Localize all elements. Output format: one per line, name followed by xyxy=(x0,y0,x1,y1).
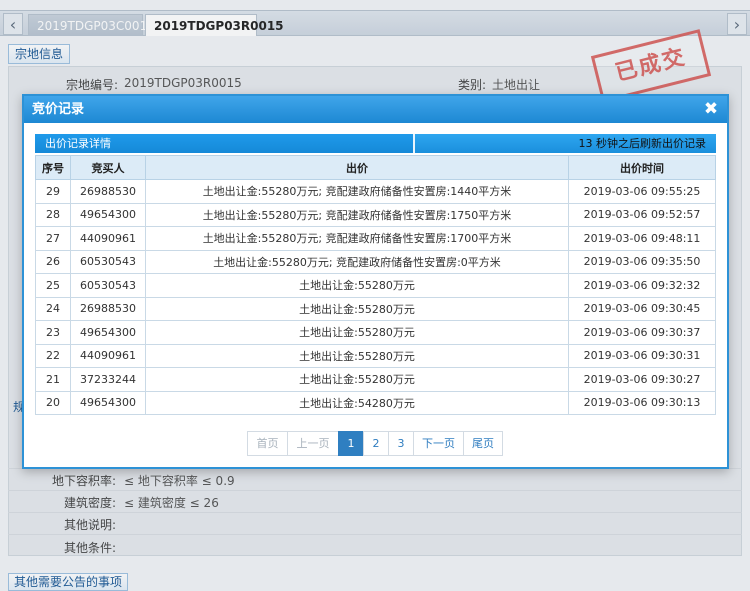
other-notes-label: 其他说明: xyxy=(63,518,116,532)
tab-2019TDGP03C0014[interactable]: 2019TDGP03C0014 xyxy=(28,14,155,36)
cell-seq: 29 xyxy=(35,179,71,204)
density-label: 建筑密度: xyxy=(63,496,116,510)
countdown-seconds: 13 xyxy=(578,137,593,150)
cell-price: 土地出让金:55280万元; 竞配建政府储备性安置房:1700平方米 xyxy=(145,226,569,251)
other-announcement-button[interactable]: 其他需要公告的事项 xyxy=(8,573,129,591)
cell-time: 2019-03-06 09:30:31 xyxy=(568,343,716,368)
other-conditions-label: 其他条件: xyxy=(63,541,116,555)
chevron-left-icon[interactable]: ‹ xyxy=(3,13,23,35)
cell-seq: 20 xyxy=(35,390,71,415)
tab-strip: ‹ 2019TDGP03C0014 2019TDGP03R0015 › xyxy=(0,10,750,36)
prev-page-button[interactable]: 上一页 xyxy=(287,431,339,456)
cell-seq: 23 xyxy=(35,320,71,345)
cell-buyer: 37233244 xyxy=(70,367,146,392)
cell-price: 土地出让金:55280万元 xyxy=(145,320,569,345)
cell-seq: 21 xyxy=(35,367,71,392)
cell-buyer: 26988530 xyxy=(70,179,146,204)
parcel-no-value: 2019TDGP03R0015 xyxy=(124,76,242,90)
col-price: 出价 xyxy=(145,155,569,180)
cell-buyer: 44090961 xyxy=(70,226,146,251)
dialog-header: 竞价记录 ✖ xyxy=(24,96,727,123)
table-row: 28 49654300 土地出让金:55280万元; 竞配建政府储备性安置房:175… xyxy=(35,202,716,227)
cell-buyer: 49654300 xyxy=(70,390,146,415)
cell-price: 土地出让金:55280万元 xyxy=(145,273,569,298)
cell-time: 2019-03-06 09:30:13 xyxy=(568,390,716,415)
cell-price: 土地出让金:55280万元; 竞配建政府储备性安置房:1440平方米 xyxy=(145,179,569,204)
cell-seq: 24 xyxy=(35,296,71,321)
col-time: 出价时间 xyxy=(568,155,716,180)
table-row: 24 26988530 土地出让金:55280万元 2019-03-06 09:30:… xyxy=(35,296,716,321)
bid-records-dialog: 竞价记录 ✖ 出价记录详情 13 秒钟之后刷新出价记录 序号 竞买人 出价 出价… xyxy=(22,94,729,469)
bid-table: 序号 竞买人 出价 出价时间 29 26988530 土地出让金:55280万元; … xyxy=(35,155,716,415)
category-value: 土地出让 xyxy=(492,78,541,92)
col-seq: 序号 xyxy=(35,155,71,180)
table-row: 21 37233244 土地出让金:55280万元 2019-03-06 09:30:… xyxy=(35,367,716,392)
divider xyxy=(8,534,742,535)
page-3-button[interactable]: 3 xyxy=(388,431,414,456)
parcel-no-label: 宗地编号: xyxy=(65,78,118,92)
bid-detail-bar: 出价记录详情 13 秒钟之后刷新出价记录 xyxy=(35,134,716,153)
cell-time: 2019-03-06 09:52:57 xyxy=(568,202,716,227)
next-page-button[interactable]: 下一页 xyxy=(413,431,464,456)
table-header-row: 序号 竞买人 出价 出价时间 xyxy=(35,155,716,180)
dialog-title: 竞价记录 xyxy=(32,102,85,117)
cell-time: 2019-03-06 09:55:25 xyxy=(568,179,716,204)
density-value: ≤ 建筑密度 ≤ 26 xyxy=(124,496,219,510)
cell-buyer: 49654300 xyxy=(70,202,146,227)
table-row: 27 44090961 土地出让金:55280万元; 竞配建政府储备性安置房:170… xyxy=(35,226,716,251)
pagination: 首页 上一页 1 2 3 下一页 尾页 xyxy=(247,431,503,456)
table-row: 23 49654300 土地出让金:55280万元 2019-03-06 09:30:… xyxy=(35,320,716,345)
cell-price: 土地出让金:55280万元; 竞配建政府储备性安置房:0平方米 xyxy=(145,249,569,274)
cell-time: 2019-03-06 09:32:32 xyxy=(568,273,716,298)
col-buyer: 竞买人 xyxy=(70,155,146,180)
cell-price: 土地出让金:55280万元 xyxy=(145,367,569,392)
page-2-button[interactable]: 2 xyxy=(363,431,389,456)
cell-time: 2019-03-06 09:30:27 xyxy=(568,367,716,392)
chevron-right-icon[interactable]: › xyxy=(727,13,747,35)
countdown-text: 秒钟之后刷新出价记录 xyxy=(592,137,706,150)
cell-time: 2019-03-06 09:30:45 xyxy=(568,296,716,321)
cell-time: 2019-03-06 09:30:37 xyxy=(568,320,716,345)
underground-far-value: ≤ 地下容积率 ≤ 0.9 xyxy=(124,474,235,488)
table-row: 29 26988530 土地出让金:55280万元; 竞配建政府储备性安置房:144… xyxy=(35,179,716,204)
cell-seq: 28 xyxy=(35,202,71,227)
cell-seq: 26 xyxy=(35,249,71,274)
underground-far-label: 地下容积率: xyxy=(51,474,116,488)
parcel-info-button[interactable]: 宗地信息 xyxy=(8,44,71,64)
close-icon[interactable]: ✖ xyxy=(703,100,719,118)
cell-buyer: 60530543 xyxy=(70,273,146,298)
cell-buyer: 44090961 xyxy=(70,343,146,368)
divider xyxy=(413,134,415,153)
bid-detail-title: 出价记录详情 xyxy=(45,137,111,150)
cell-seq: 22 xyxy=(35,343,71,368)
last-page-button[interactable]: 尾页 xyxy=(463,431,503,456)
cell-buyer: 49654300 xyxy=(70,320,146,345)
table-row: 25 60530543 土地出让金:55280万元 2019-03-06 09:32:… xyxy=(35,273,716,298)
category-label: 类别: xyxy=(457,78,486,92)
cell-seq: 25 xyxy=(35,273,71,298)
cell-seq: 27 xyxy=(35,226,71,251)
divider xyxy=(8,512,742,513)
table-row: 20 49654300 土地出让金:54280万元 2019-03-06 09:30:… xyxy=(35,390,716,415)
cell-price: 土地出让金:55280万元 xyxy=(145,343,569,368)
divider xyxy=(8,490,742,491)
cell-buyer: 26988530 xyxy=(70,296,146,321)
cell-buyer: 60530543 xyxy=(70,249,146,274)
cell-price: 土地出让金:55280万元 xyxy=(145,296,569,321)
first-page-button[interactable]: 首页 xyxy=(247,431,288,456)
page-1-button[interactable]: 1 xyxy=(338,431,364,456)
table-row: 26 60530543 土地出让金:55280万元; 竞配建政府储备性安置房:0平方… xyxy=(35,249,716,274)
cell-price: 土地出让金:55280万元; 竞配建政府储备性安置房:1750平方米 xyxy=(145,202,569,227)
cell-price: 土地出让金:54280万元 xyxy=(145,390,569,415)
tab-2019TDGP03R0015[interactable]: 2019TDGP03R0015 xyxy=(145,14,284,36)
table-row: 22 44090961 土地出让金:55280万元 2019-03-06 09:30:… xyxy=(35,343,716,368)
refresh-countdown: 13 秒钟之后刷新出价记录 xyxy=(579,134,707,153)
cell-time: 2019-03-06 09:35:50 xyxy=(568,249,716,274)
cell-time: 2019-03-06 09:48:11 xyxy=(568,226,716,251)
